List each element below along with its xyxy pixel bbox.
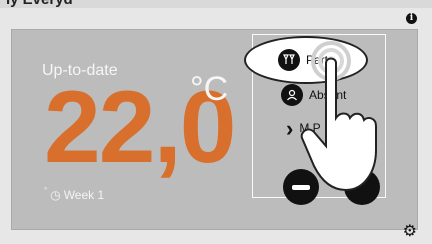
info-icon[interactable]: i [406, 13, 417, 24]
party-glasses-icon [278, 49, 300, 71]
clock-icon: ◷ [50, 188, 61, 202]
menu-item-label: Absent [309, 88, 347, 102]
increase-button[interactable] [344, 169, 380, 205]
temperature-unit: °C [190, 70, 229, 108]
schedule-indicator[interactable]: ° ◷ Week 1 [44, 185, 105, 203]
menu-item-party[interactable]: Party [246, 38, 366, 82]
person-icon [281, 84, 303, 106]
decrease-button[interactable] [283, 169, 319, 205]
menu-item-label: M P [299, 121, 321, 136]
menu-item-label: Party [306, 53, 335, 67]
schedule-mark: ° [44, 185, 48, 195]
schedule-label: Week 1 [63, 188, 105, 202]
menu-item-more[interactable]: › M P [286, 118, 321, 140]
menu-item-absent[interactable]: Absent [281, 84, 346, 106]
chevron-right-icon: › [286, 116, 294, 141]
top-title: ly Everyd [6, 0, 96, 8]
minus-icon [292, 184, 310, 190]
gear-icon[interactable]: ⚙ [403, 224, 417, 240]
